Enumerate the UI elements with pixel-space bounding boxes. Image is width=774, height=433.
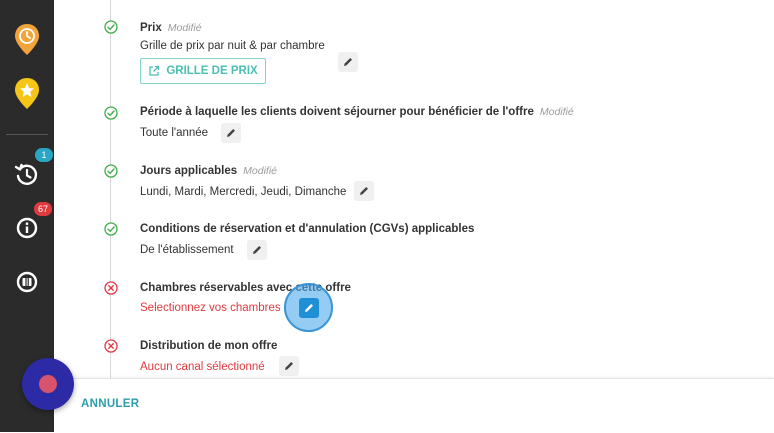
timeline-line: [110, 0, 111, 378]
pencil-icon: [227, 129, 235, 137]
footer-bar: ANNULER: [54, 378, 774, 433]
step-title: Distribution de mon offre: [140, 340, 277, 352]
check-icon: [104, 222, 118, 236]
sidebar-divider: [6, 134, 48, 135]
external-link-icon: [149, 65, 160, 76]
edit-chambres-inner: [298, 297, 319, 318]
step-title: Prix Modifié: [140, 22, 202, 34]
step-title-text: Conditions de réservation et d'annulatio…: [140, 223, 475, 235]
edit-prix-button[interactable]: [338, 52, 358, 72]
step-title: Période à laquelle les clients doivent s…: [140, 106, 574, 118]
modified-tag: Modifié: [167, 22, 202, 34]
modified-tag: Modifié: [243, 165, 278, 177]
edit-jours-button[interactable]: [354, 181, 374, 201]
price-grid-label: GRILLE DE PRIX: [166, 65, 258, 77]
step-title-text: Prix: [140, 22, 162, 34]
pencil-icon: [344, 58, 352, 66]
step-title: Jours applicables Modifié: [140, 165, 277, 177]
step-value: De l'établissement: [140, 244, 234, 256]
edit-periode-button[interactable]: [221, 123, 241, 143]
step-title-text: Période à laquelle les clients doivent s…: [140, 106, 534, 118]
clock-pin-icon[interactable]: [12, 22, 42, 55]
edit-cgv-button[interactable]: [247, 240, 267, 260]
history-icon[interactable]: [12, 160, 42, 190]
pencil-icon: [285, 362, 293, 370]
step-title-text: Jours applicables: [140, 165, 238, 177]
modified-tag: Modifié: [539, 106, 574, 118]
check-icon: [104, 20, 118, 34]
record-dot-icon: [39, 375, 57, 393]
offer-steps-panel: Prix Modifié Grille de prix par nuit & pa…: [54, 0, 774, 378]
edit-distribution-button[interactable]: [279, 356, 299, 376]
edit-chambres-button[interactable]: [284, 283, 333, 332]
pencil-icon: [253, 246, 261, 254]
step-value: Aucun canal sélectionné: [140, 361, 265, 373]
history-badge: 1: [35, 148, 53, 162]
check-icon: [104, 106, 118, 120]
cancel-button[interactable]: ANNULER: [81, 398, 139, 410]
step-value: Lundi, Mardi, Mercredi, Jeudi, Dimanche: [140, 186, 347, 198]
pencil-icon: [360, 187, 368, 195]
step-value: Grille de prix par nuit & par chambre: [140, 40, 325, 52]
pencil-icon: [304, 303, 313, 312]
price-grid-button[interactable]: GRILLE DE PRIX: [140, 58, 266, 84]
check-icon: [104, 164, 118, 178]
info-icon[interactable]: [12, 213, 42, 243]
luggage-icon[interactable]: [12, 267, 42, 297]
step-value: Selectionnez vos chambres: [140, 302, 281, 314]
step-title-text: Distribution de mon offre: [140, 340, 278, 352]
step-value: Toute l'année: [140, 127, 209, 139]
star-pin-icon[interactable]: [12, 76, 42, 109]
error-icon: [104, 281, 118, 295]
error-icon: [104, 339, 118, 353]
step-title: Conditions de réservation et d'annulatio…: [140, 223, 474, 235]
record-button[interactable]: [22, 358, 74, 410]
info-badge: 67: [34, 202, 52, 216]
